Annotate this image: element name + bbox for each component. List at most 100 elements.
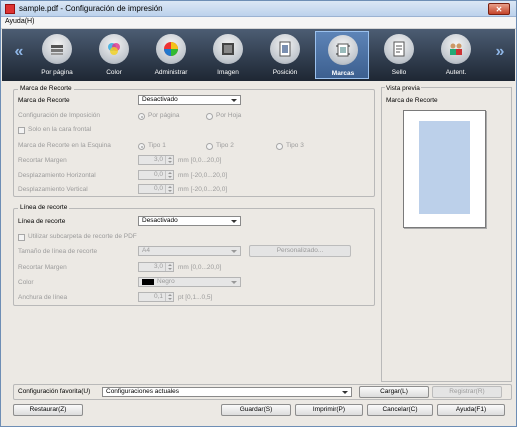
help-button[interactable]: Ayuda(F1) [437, 404, 505, 416]
line-width-label: Anchura de línea [18, 294, 68, 301]
corner-type2-radio[interactable] [206, 143, 213, 150]
spinner-arrows-icon[interactable] [165, 171, 173, 179]
tab-marcas[interactable]: Marcas [315, 31, 369, 79]
use-pdf-subfolder-checkbox[interactable] [18, 234, 25, 241]
imposition-label: Configuración de Imposición [18, 112, 101, 119]
chevron-down-icon [231, 99, 237, 102]
tab-color[interactable]: Color [87, 31, 141, 79]
imposition-per-sheet-radio[interactable] [206, 113, 213, 120]
spinner-arrows-icon[interactable] [165, 185, 173, 193]
imposition-per-sheet-label: Por Hoja [216, 112, 242, 119]
scroll-right-button[interactable]: » [493, 43, 507, 63]
line-color-select[interactable]: Negro [138, 277, 241, 287]
color-wheel-icon [156, 34, 186, 64]
authentication-icon [441, 34, 471, 64]
corner-type3-radio[interactable] [276, 143, 283, 150]
restore-button[interactable]: Restaurar(Z) [13, 404, 83, 416]
print-button[interactable]: Imprimir(P) [295, 404, 363, 416]
pdf-app-icon [5, 4, 15, 14]
tab-label: Administrar [154, 69, 188, 76]
tab-autent[interactable]: Autent. [429, 31, 483, 79]
spinner-arrows-icon[interactable] [165, 293, 173, 301]
save-button[interactable]: Guardar(S) [221, 404, 291, 416]
preview-paper [403, 110, 486, 228]
favorites-value: Configuraciones actuales [106, 388, 179, 395]
front-only-checkbox[interactable] [18, 127, 25, 134]
trim-margin-spinner[interactable]: 3,0 [138, 155, 174, 165]
tab-imagen[interactable]: Imagen [201, 31, 255, 79]
trim-line-group: Línea de recorte Línea de recorte Desact… [13, 204, 375, 306]
preview-label: Marca de Recorte [386, 97, 438, 104]
print-settings-window: sample.pdf - Configuración de impresión … [0, 0, 517, 427]
pages-stack-icon [42, 34, 72, 64]
crop-marks-icon [328, 35, 358, 65]
use-pdf-subfolder-label: Utilizar subcarpeta de recorte de PDF [28, 233, 137, 240]
trim-line-margin-range: mm [0,0...20,0] [178, 264, 222, 271]
trim-size-value: A4 [142, 247, 150, 254]
menu-help[interactable]: Ayuda(H) [5, 18, 34, 25]
line-color-label: Color [18, 279, 34, 286]
imposition-per-page-radio[interactable] [138, 113, 145, 120]
tab-label: Color [106, 69, 122, 76]
favorites-select[interactable]: Configuraciones actuales [102, 387, 352, 397]
line-width-spinner[interactable]: 0,1 [138, 292, 174, 302]
crop-mark-value: Desactivado [142, 96, 178, 103]
group-title: Marca de Recorte [18, 85, 74, 92]
crop-mark-select[interactable]: Desactivado [138, 95, 241, 105]
chevron-down-icon [231, 281, 237, 284]
trim-line-margin-value: 3,0 [153, 263, 163, 270]
color-swatch [142, 279, 154, 285]
line-width-value: 0,1 [153, 293, 163, 300]
trim-line-value: Desactivado [142, 217, 178, 224]
front-only-label: Solo en la cara frontal [28, 126, 92, 133]
scroll-left-button[interactable]: « [12, 43, 26, 63]
h-shift-spinner[interactable]: 0,0 [138, 170, 174, 180]
title-bar: sample.pdf - Configuración de impresión … [1, 1, 516, 17]
tab-por-pagina[interactable]: Por página [30, 31, 84, 79]
tab-label: Marcas [331, 70, 355, 77]
v-shift-range: mm [-20,0...20,0] [178, 186, 228, 193]
trim-margin-value: 3,0 [153, 156, 163, 163]
crop-mark-label: Marca de Recorte [18, 97, 70, 104]
crop-marks-group: Marca de Recorte Marca de Recorte Desact… [13, 85, 375, 197]
stamp-icon [384, 34, 414, 64]
close-button[interactable]: ✕ [488, 3, 510, 15]
imposition-per-page-label: Por página [148, 112, 180, 119]
position-icon [270, 34, 300, 64]
chevron-down-icon [231, 250, 237, 253]
trim-line-margin-spinner[interactable]: 3,0 [138, 262, 174, 272]
corner-mark-label: Marca de Recorte en la Esquina [18, 142, 111, 149]
tab-administrar[interactable]: Administrar [144, 31, 198, 79]
v-shift-spinner[interactable]: 0,0 [138, 184, 174, 194]
spinner-arrows-icon[interactable] [165, 156, 173, 164]
corner-type1-radio[interactable] [138, 143, 145, 150]
load-button[interactable]: Cargar(L) [359, 386, 429, 398]
trim-line-label: Línea de recorte [18, 218, 66, 225]
h-shift-label: Desplazamiento Horizontal [18, 172, 96, 179]
tab-posicion[interactable]: Posición [258, 31, 312, 79]
chevron-down-icon [342, 391, 348, 394]
tab-label: Sello [391, 69, 407, 76]
trim-size-select[interactable]: A4 [138, 246, 241, 256]
group-title: Línea de recorte [18, 204, 70, 211]
window-title: sample.pdf - Configuración de impresión [19, 4, 163, 13]
trim-line-select[interactable]: Desactivado [138, 216, 241, 226]
preview-title: Vista previa [385, 85, 421, 92]
trim-line-margin-label: Recortar Margen [18, 264, 67, 271]
trim-margin-label: Recortar Margen [18, 157, 67, 164]
spinner-arrows-icon[interactable] [165, 263, 173, 271]
v-shift-value: 0,0 [153, 185, 163, 192]
trim-margin-range: mm [0,0...20,0] [178, 157, 222, 164]
h-shift-range: mm [-20,0...20,0] [178, 172, 228, 179]
preview-panel: Vista previa Marca de Recorte [381, 85, 512, 382]
cancel-button[interactable]: Cancelar(C) [367, 404, 433, 416]
tab-sello[interactable]: Sello [372, 31, 426, 79]
image-icon [213, 34, 243, 64]
register-button[interactable]: Registrar(R) [432, 386, 502, 398]
custom-size-button[interactable]: Personalizado... [249, 245, 351, 257]
tab-label: Autent. [445, 69, 467, 76]
chevron-down-icon [231, 220, 237, 223]
trim-size-label: Tamaño de línea de recorte [18, 248, 98, 255]
favorites-bar: Configuración favorita(U) Configuracione… [13, 384, 512, 400]
menu-bar: Ayuda(H) [1, 17, 516, 29]
